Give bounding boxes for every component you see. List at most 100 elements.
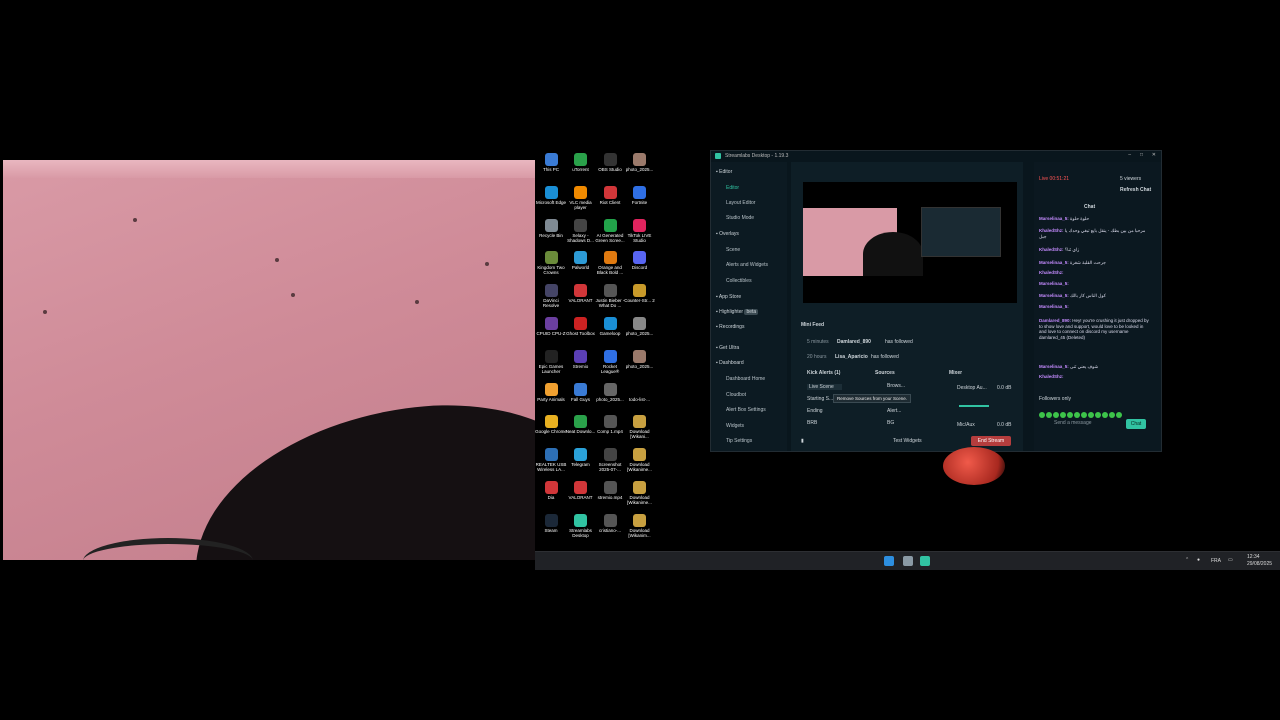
volume-slider[interactable] (959, 405, 989, 407)
scene-item[interactable]: BRB (807, 420, 817, 426)
desktop-icon[interactable]: Streamlabs Desktop (565, 513, 597, 538)
desktop-icon[interactable]: Recycle Bin (535, 218, 567, 238)
desktop-icon[interactable]: REALTEK USB Wireless LA... (535, 448, 567, 472)
emote-icon[interactable] (1102, 412, 1108, 418)
desktop-icon[interactable]: Stremio (565, 349, 597, 369)
stats-icon[interactable]: ▮ (801, 438, 804, 444)
source-item[interactable]: BG (887, 420, 894, 426)
desktop-icon[interactable]: Kingdom Two Crowns (535, 251, 567, 275)
streamlabs-taskbar-icon[interactable] (920, 556, 930, 566)
file-explorer-icon[interactable] (903, 556, 913, 566)
desktop-icon[interactable]: AI Generated Green Scree... (594, 218, 626, 243)
emote-icon[interactable] (1088, 412, 1094, 418)
chat-username[interactable]: KhaledShz: (1039, 270, 1064, 275)
feed-event-user[interactable]: Damlared_890 (837, 339, 871, 345)
chat-username[interactable]: Marselinaa_5: (1039, 364, 1069, 369)
emote-icon[interactable] (1067, 412, 1073, 418)
emote-icon[interactable] (1109, 412, 1115, 418)
emote-icon[interactable] (1053, 412, 1059, 418)
desktop-icon[interactable]: Orange and Black Bold ... (594, 251, 626, 275)
desktop-icon[interactable]: photo_2025... (624, 153, 656, 172)
nav-collectibles[interactable]: Collectibles (726, 278, 752, 284)
nav-highlighter[interactable]: ▪ Highlighter beta (716, 309, 759, 315)
wifi-icon[interactable]: ▭ (1228, 557, 1233, 563)
desktop-icon[interactable]: Neat Downlo... (565, 415, 597, 434)
desktop-icon[interactable]: Dia (535, 481, 567, 500)
desktop-icon[interactable]: Riot Client (594, 185, 626, 205)
nav-tip-settings[interactable]: Tip Settings (726, 438, 752, 444)
emote-icon[interactable] (1116, 412, 1122, 418)
scene-item[interactable]: Starting S... (807, 396, 833, 402)
nav-app-store[interactable]: ▪ App Store (716, 294, 741, 300)
chat-input[interactable]: Send a message (1054, 420, 1102, 426)
scene-item[interactable]: Ending (807, 408, 823, 414)
nav-alerts-widgets[interactable]: Alerts and Widgets (726, 262, 768, 268)
nav-overlays[interactable]: ▪ Overlays (716, 231, 739, 237)
chat-username[interactable]: Marselinaa_5: (1039, 304, 1069, 309)
desktop-icon[interactable]: Epic Games Launcher (535, 349, 567, 374)
desktop-icon[interactable]: Download [Wikanime... (624, 448, 656, 472)
nav-widgets[interactable]: Widgets (726, 423, 744, 429)
refresh-chat-button[interactable]: Refresh Chat (1120, 187, 1151, 193)
close-icon[interactable]: ✕ (1152, 152, 1156, 158)
minimize-icon[interactable]: – (1128, 152, 1131, 158)
desktop-icon[interactable]: uTorrent (565, 153, 597, 172)
emote-icon[interactable] (1095, 412, 1101, 418)
desktop-icon[interactable]: Comp 1.mp4 (594, 415, 626, 434)
chat-username[interactable]: Marselinaa_5: (1039, 260, 1069, 265)
desktop-icon[interactable]: Ghost Toolbox (565, 317, 597, 336)
desktop-icon[interactable]: OBS Studio (594, 153, 626, 172)
source-item[interactable]: Brows... (887, 383, 905, 389)
desktop-icon[interactable]: cristiano-... (594, 513, 626, 533)
emote-icon[interactable] (1074, 412, 1080, 418)
desktop-icon[interactable]: This PC (535, 153, 567, 172)
chat-username[interactable]: Marselinaa_5: (1039, 293, 1069, 298)
desktop-icon[interactable]: Party Animals (535, 382, 567, 402)
desktop-icon[interactable]: Counter-Str... 2 (624, 284, 656, 303)
emote-icon[interactable] (1081, 412, 1087, 418)
nav-layout-editor[interactable]: Layout Editor (726, 200, 755, 206)
chat-username[interactable]: Marselinaa_5: (1039, 281, 1069, 286)
desktop-icon[interactable]: Fall Guys (565, 382, 597, 402)
chat-username[interactable]: Marselinaa_5: (1039, 216, 1069, 221)
desktop-icon[interactable]: Palworld (565, 251, 597, 270)
language-indicator[interactable]: FRA (1211, 558, 1221, 564)
end-stream-button[interactable]: End Stream (971, 436, 1011, 446)
desktop-icon[interactable]: photo_2025... (624, 349, 656, 369)
desktop-icon[interactable]: photo_2025... (624, 317, 656, 336)
nav-alert-box-settings[interactable]: Alert Box Settings (726, 407, 766, 413)
desktop-icon[interactable]: Justin Bieber - What Do ... (594, 284, 626, 308)
desktop-icon[interactable]: Selaxy - Shadows D... (565, 218, 597, 243)
source-item[interactable]: Alert... (887, 408, 901, 414)
desktop-icon[interactable]: Screenshot 2025-07-... (594, 448, 626, 472)
nav-editor-editor[interactable]: Editor (726, 185, 739, 191)
stream-preview[interactable] (803, 182, 1017, 303)
desktop-icon[interactable]: Fortnite (624, 185, 656, 205)
emote-icon[interactable] (1060, 412, 1066, 418)
desktop-icon[interactable]: VLC media player (565, 185, 597, 210)
chevron-up-icon[interactable]: ⌃ (1185, 557, 1189, 563)
nav-dashboard[interactable]: ▪ Dashboard (716, 360, 744, 366)
chat-username[interactable]: Damlared_890: (1039, 318, 1071, 323)
desktop-icon[interactable]: Gameloop (594, 317, 626, 336)
emote-icon[interactable] (1039, 412, 1045, 418)
chat-username[interactable]: KhaledShz: (1039, 374, 1064, 379)
nav-studio-mode[interactable]: Studio Mode (726, 215, 754, 221)
desktop-icon[interactable]: VALORANT (565, 284, 597, 303)
desktop-icon[interactable]: TikTok LIVE Studio (624, 218, 656, 243)
desktop-icon[interactable]: CPUID CPU-Z (535, 317, 567, 336)
desktop-icon[interactable]: Download [Wikanime... (624, 481, 656, 505)
scene-item[interactable]: Live Scene (807, 384, 842, 390)
test-widgets-button[interactable]: Test Widgets (893, 438, 922, 444)
desktop-icon[interactable]: Microsoft Edge (535, 185, 567, 205)
desktop-icon[interactable]: Telegram (565, 448, 597, 467)
chat-send-button[interactable]: Chat (1126, 419, 1146, 429)
desktop-icon[interactable]: Steam (535, 513, 567, 533)
desktop-icon[interactable]: Rocket League® (594, 349, 626, 374)
desktop-icon[interactable]: photo_2025... (594, 382, 626, 402)
desktop-icon[interactable]: Google Chrome (535, 415, 567, 434)
desktop-icon[interactable]: Download [Wikanim... (624, 513, 656, 538)
desktop-icon[interactable]: stremio.mp4 (594, 481, 626, 500)
nav-cloudbot[interactable]: Cloudbot (726, 392, 746, 398)
desktop-icon[interactable]: VALORANT (565, 481, 597, 500)
